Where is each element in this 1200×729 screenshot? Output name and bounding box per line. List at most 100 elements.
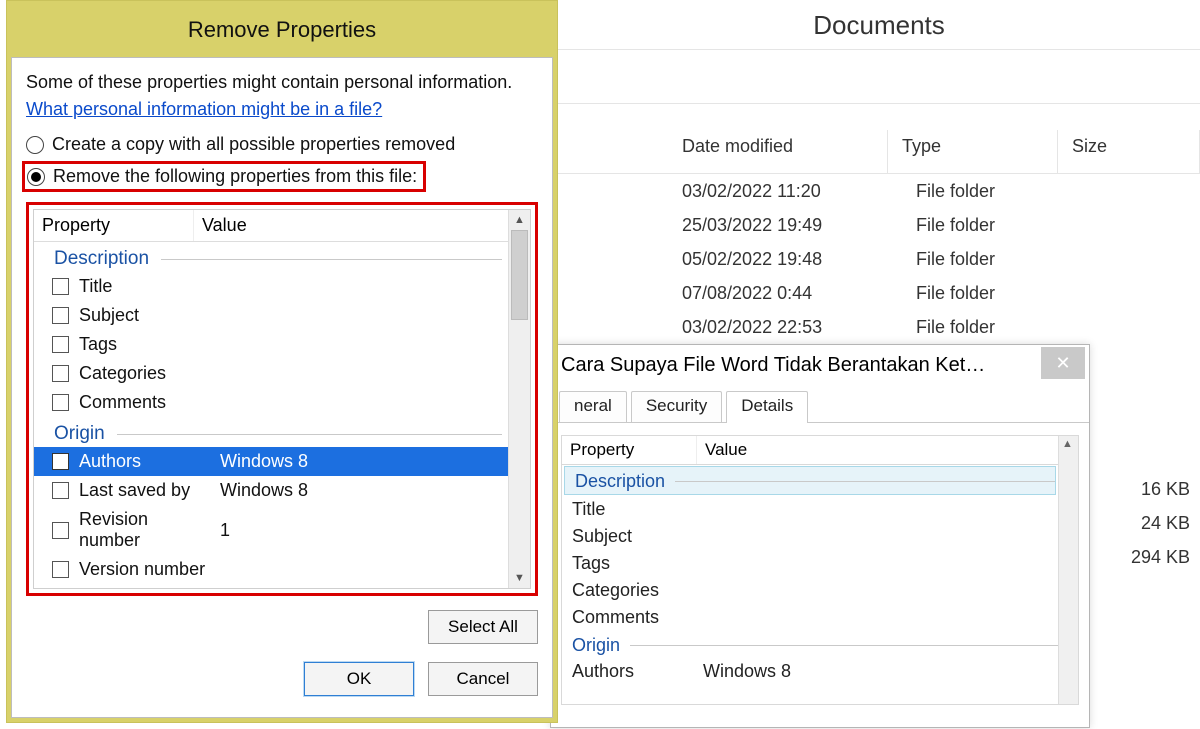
property-name: Categories [79, 363, 210, 384]
header-property: Property [34, 210, 194, 241]
tab-general[interactable]: neral [559, 391, 627, 422]
file-sizes: 16 KB 24 KB 294 KB [1131, 472, 1200, 574]
property-value [703, 580, 1058, 601]
file-row[interactable]: 05/02/2022 19:48File folder [558, 242, 1200, 276]
explorer-file-list: 03/02/2022 11:20File folder 25/03/2022 1… [558, 174, 1200, 344]
scrollbar-thumb[interactable] [511, 230, 528, 320]
properties-checklist: Property Value Description Title Subject… [33, 209, 531, 589]
checkbox[interactable] [52, 365, 69, 382]
checkbox[interactable] [52, 336, 69, 353]
property-row[interactable]: Subject [562, 523, 1058, 550]
header-value: Value [697, 436, 1058, 464]
radio-create-copy[interactable]: Create a copy with all possible properti… [26, 134, 538, 155]
info-link[interactable]: What personal information might be in a … [26, 99, 382, 120]
checkbox[interactable] [52, 394, 69, 411]
file-size: 24 KB [1131, 506, 1190, 540]
radio-icon [26, 136, 44, 154]
file-row[interactable]: 07/08/2022 0:44File folder [558, 276, 1200, 310]
property-row[interactable]: Categories [562, 577, 1058, 604]
properties-table-header: Property Value [562, 436, 1058, 465]
checklist-item[interactable]: Revision number 1 [34, 505, 508, 555]
file-properties-dialog: Cara Supaya File Word Tidak Berantakan K… [550, 344, 1090, 728]
property-value: 1 [220, 520, 508, 541]
property-name: Categories [572, 580, 703, 601]
tab-security[interactable]: Security [631, 391, 722, 422]
file-date: 07/08/2022 0:44 [682, 283, 902, 304]
header-property: Property [562, 436, 697, 464]
radio-label: Remove the following properties from thi… [53, 166, 417, 187]
property-row[interactable]: Tags [562, 550, 1058, 577]
property-value: Windows 8 [220, 451, 508, 472]
checklist-item[interactable]: Version number [34, 555, 508, 584]
checklist-item[interactable]: Categories [34, 359, 508, 388]
radio-icon [27, 168, 45, 186]
remove-properties-dialog: Remove Properties Some of these properti… [6, 0, 558, 723]
checklist-item[interactable]: Last saved by Windows 8 [34, 476, 508, 505]
tab-details[interactable]: Details [726, 391, 808, 423]
group-description: Description [564, 466, 1056, 495]
file-date: 03/02/2022 11:20 [682, 181, 902, 202]
file-date: 25/03/2022 19:49 [682, 215, 902, 236]
column-size[interactable]: Size [1058, 130, 1200, 173]
file-row[interactable]: 03/02/2022 22:53File folder [558, 310, 1200, 344]
file-size: 16 KB [1131, 472, 1190, 506]
checklist-item[interactable]: Program nameMicrosoft Office Word [34, 584, 508, 588]
checklist-item[interactable]: Subject [34, 301, 508, 330]
property-name: Version number [79, 559, 210, 580]
checklist-item[interactable]: Tags [34, 330, 508, 359]
property-name: Last saved by [79, 480, 210, 501]
checkbox[interactable] [52, 522, 69, 539]
property-name: Comments [572, 607, 703, 628]
file-type: File folder [894, 317, 1064, 338]
file-date: 03/02/2022 22:53 [682, 317, 902, 338]
checklist-item[interactable]: Title [34, 272, 508, 301]
properties-tabs: neral Security Details [551, 385, 1089, 423]
property-name: Authors [79, 451, 210, 472]
file-row[interactable]: 25/03/2022 19:49File folder [558, 208, 1200, 242]
checkbox[interactable] [52, 482, 69, 499]
property-row[interactable]: Comments [562, 604, 1058, 631]
property-value: Windows 8 [220, 480, 508, 501]
property-name: Subject [572, 526, 703, 547]
scrollbar[interactable] [1058, 436, 1078, 704]
group-origin: Origin [562, 631, 1058, 658]
file-type: File folder [894, 283, 1064, 304]
explorer-title: Documents [558, 0, 1200, 50]
checkbox[interactable] [52, 453, 69, 470]
property-value [703, 499, 1058, 520]
column-date-modified[interactable]: Date modified [668, 130, 888, 173]
checklist-item[interactable]: Authors Windows 8 [34, 447, 508, 476]
radio-remove-selected[interactable]: Remove the following properties from thi… [27, 166, 417, 187]
property-name: Authors [572, 661, 703, 682]
remove-properties-title: Remove Properties [11, 5, 553, 57]
property-value [703, 607, 1058, 628]
property-row[interactable]: Title [562, 496, 1058, 523]
file-type: File folder [894, 249, 1064, 270]
ok-button[interactable]: OK [304, 662, 414, 696]
explorer-column-headers[interactable]: Date modified Type Size [558, 104, 1200, 174]
property-name: Subject [79, 305, 210, 326]
property-row[interactable]: AuthorsWindows 8 [562, 658, 1058, 685]
close-button[interactable]: ✕ [1041, 347, 1085, 379]
radio-label: Create a copy with all possible properti… [52, 134, 455, 155]
info-text: Some of these properties might contain p… [26, 72, 538, 93]
checkbox[interactable] [52, 561, 69, 578]
explorer-toolbar [558, 50, 1200, 104]
cancel-button[interactable]: Cancel [428, 662, 538, 696]
property-name: Title [572, 499, 703, 520]
property-value [703, 526, 1058, 547]
file-row[interactable]: 03/02/2022 11:20File folder [558, 174, 1200, 208]
header-value: Value [194, 210, 508, 241]
checklist-item[interactable]: Comments [34, 388, 508, 417]
checklist-header: Property Value [34, 210, 508, 242]
checkbox[interactable] [52, 278, 69, 295]
property-name: Tags [79, 334, 210, 355]
scrollbar[interactable] [508, 210, 530, 588]
property-name: Tags [572, 553, 703, 574]
property-name: Revision number [79, 509, 210, 551]
column-type[interactable]: Type [888, 130, 1058, 173]
file-type: File folder [894, 181, 1064, 202]
checkbox[interactable] [52, 307, 69, 324]
select-all-button[interactable]: Select All [428, 610, 538, 644]
file-date: 05/02/2022 19:48 [682, 249, 902, 270]
